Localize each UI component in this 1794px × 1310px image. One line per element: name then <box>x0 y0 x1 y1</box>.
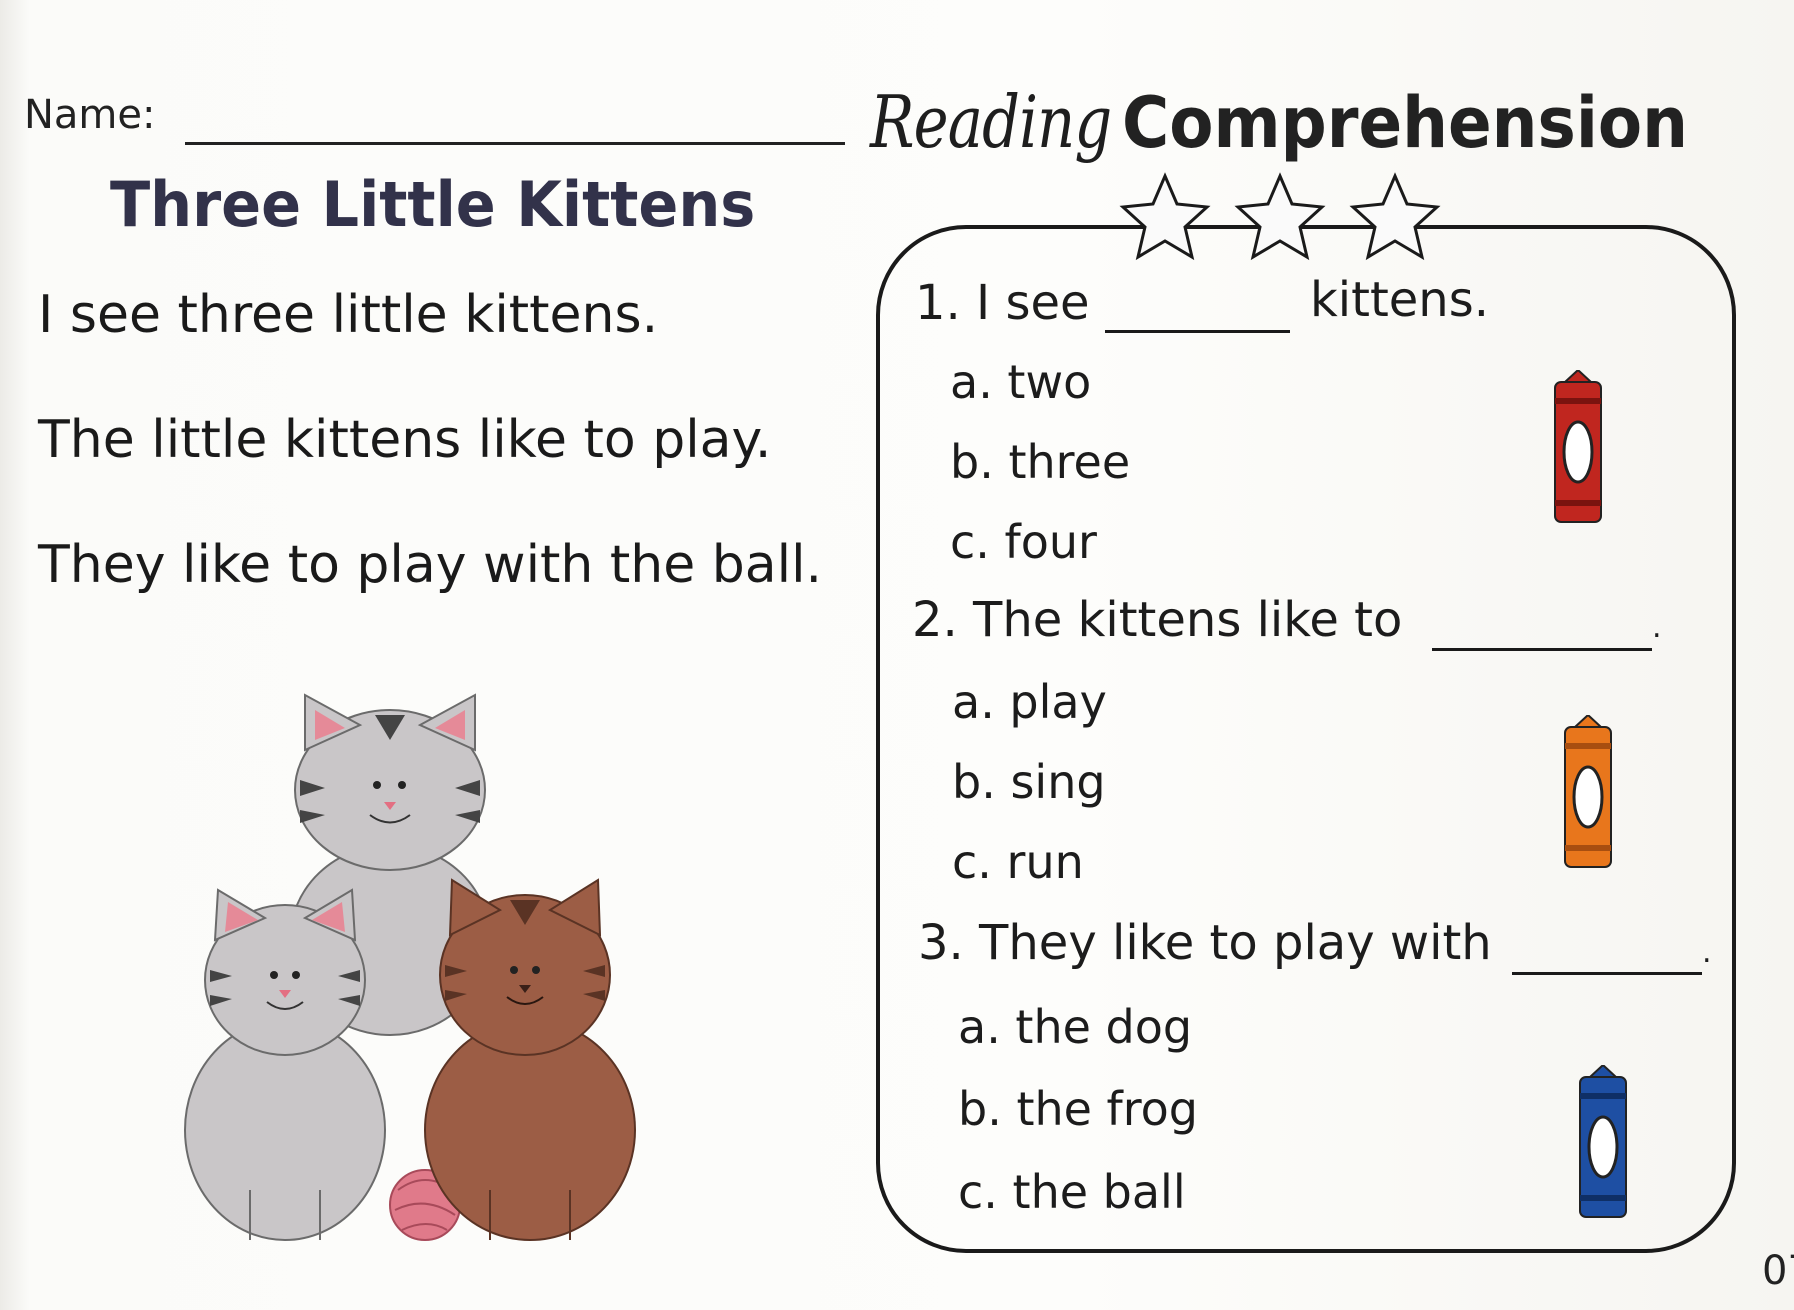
red-crayon-icon <box>1554 370 1602 523</box>
question-3-option-c[interactable]: c. the ball <box>958 1165 1186 1219</box>
question-1-prefix: 1. I see <box>915 275 1090 331</box>
question-2-suffix: . <box>1652 610 1662 645</box>
question-1-option-a[interactable]: a. two <box>950 355 1091 409</box>
kittens-illustration <box>184 693 636 1241</box>
name-input-line[interactable] <box>185 142 845 145</box>
question-3-blank[interactable] <box>1512 972 1702 975</box>
star-icon <box>1234 172 1326 261</box>
question-1-option-c[interactable]: c. four <box>950 515 1097 569</box>
question-2-option-b[interactable]: b. sing <box>952 755 1106 809</box>
question-2-option-c[interactable]: c. run <box>952 835 1084 889</box>
stars-decoration <box>1119 172 1441 261</box>
title-reading: Reading <box>870 80 1112 164</box>
question-2-option-a[interactable]: a. play <box>952 675 1107 729</box>
name-label: Name: <box>24 92 156 138</box>
question-1-option-b[interactable]: b. three <box>950 435 1130 489</box>
story-title: Three Little Kittens <box>110 168 756 241</box>
story-line-1: I see three little kittens. <box>38 285 659 345</box>
brown-kitten-icon <box>424 878 636 1241</box>
question-1-blank[interactable] <box>1105 330 1290 333</box>
worksheet-page: Name: Reading Comprehension Three Little… <box>0 0 1794 1310</box>
question-3-option-b[interactable]: b. the frog <box>958 1082 1198 1136</box>
question-3-suffix: . <box>1702 935 1712 970</box>
title-comprehension: Comprehension <box>1122 82 1689 164</box>
story-line-3: They like to play with the ball. <box>38 535 823 595</box>
page-number: 07 <box>1762 1248 1794 1294</box>
gray-kitten-front-icon <box>184 888 386 1241</box>
question-2-prefix: 2. The kittens like to <box>912 592 1403 648</box>
star-icon <box>1119 172 1211 261</box>
question-2-blank[interactable] <box>1432 648 1652 651</box>
question-3-prefix: 3. They like to play with <box>918 915 1492 971</box>
question-3-option-a[interactable]: a. the dog <box>958 1000 1192 1054</box>
blue-crayon-icon <box>1579 1065 1627 1218</box>
question-1-suffix: kittens. <box>1310 272 1489 328</box>
star-icon <box>1349 172 1441 261</box>
story-line-2: The little kittens like to play. <box>38 410 772 470</box>
orange-crayon-icon <box>1564 715 1612 868</box>
